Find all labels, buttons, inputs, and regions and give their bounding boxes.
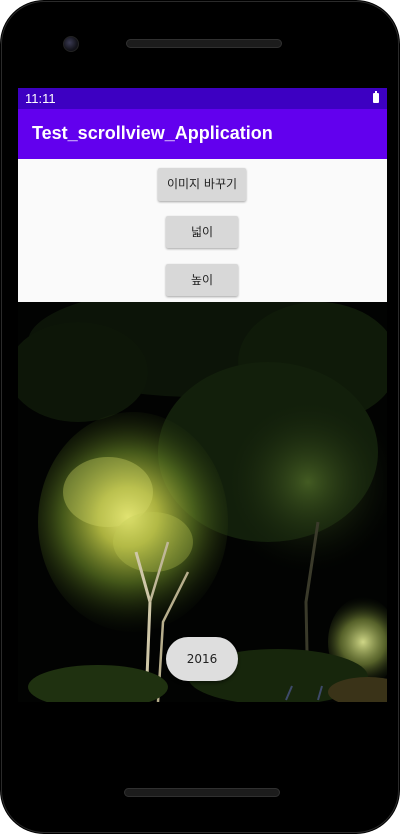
photo-image: 2016 xyxy=(18,302,387,702)
app-bar: Test_scrollview_Application xyxy=(18,109,387,159)
phone-frame: 11:11 Test_scrollview_Application 이미지 바꾸… xyxy=(0,0,400,834)
screen: 11:11 Test_scrollview_Application 이미지 바꾸… xyxy=(18,88,387,702)
width-button[interactable]: 넓이 xyxy=(166,216,238,248)
front-camera-icon xyxy=(63,36,79,52)
app-title: Test_scrollview_Application xyxy=(32,123,273,143)
bottom-speaker xyxy=(124,788,280,797)
status-time: 11:11 xyxy=(25,91,56,106)
earpiece-speaker xyxy=(126,39,282,48)
year-button[interactable]: 2016 xyxy=(166,637,238,681)
status-bar: 11:11 xyxy=(18,88,387,109)
change-image-button[interactable]: 이미지 바꾸기 xyxy=(158,168,246,201)
content-area: 이미지 바꾸기 넓이 높이 2016 xyxy=(18,159,387,702)
height-button[interactable]: 높이 xyxy=(166,264,238,296)
battery-icon xyxy=(373,91,379,103)
